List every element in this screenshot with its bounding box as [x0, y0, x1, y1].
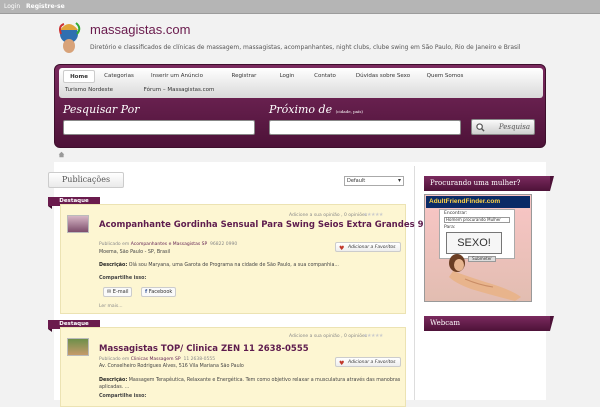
login-link[interactable]: Login [4, 3, 20, 10]
facebook-icon: f [145, 289, 148, 295]
read-more-link[interactable]: Ler mais... [99, 304, 123, 309]
site-description: Diretório e classificados de clínicas de… [90, 44, 521, 51]
search-button[interactable]: Pesquisa [471, 119, 535, 135]
sort-select[interactable]: Default [344, 176, 404, 186]
description-label: Descrição: [99, 378, 128, 383]
published-prefix: Publicado em [99, 357, 130, 362]
nav-item-contato[interactable]: Contato [305, 70, 345, 83]
adult-friend-finder-ad[interactable]: AdultFriendFinder.com Encontrar: Homem p… [424, 194, 532, 302]
listing-category[interactable]: Clinicas Massagem SP [131, 357, 181, 362]
rating-stars[interactable]: ★★★★★ [363, 212, 383, 218]
listing-meta: Publicado em Clinicas Massagem SP 11 263… [99, 357, 215, 362]
description-continued: aplicadas. ... [99, 385, 130, 390]
nav-item-login[interactable]: Login [267, 70, 307, 83]
near-label-hint: (cidade, país) [335, 109, 363, 114]
listing-card: Adicione a sua opinião , 0 opiniões ★★★★… [60, 327, 406, 407]
listing-location: Moema, São Paulo - SP, Brasil [99, 250, 171, 255]
nav-item-home[interactable]: Home [63, 70, 95, 83]
listing-title[interactable]: Acompanhante Gordinha Sensual Para Swing… [99, 220, 474, 230]
nav-item-inserir-anuncio[interactable]: Inserir um Anúncio [147, 70, 207, 83]
sidebar-widget-title: Procurando uma mulher? [424, 176, 554, 191]
share-facebook-label: Facebook [148, 289, 173, 295]
review-count[interactable]: Adicione a sua opinião , 0 opiniões [289, 334, 367, 339]
register-link[interactable]: Registre-se [26, 3, 65, 10]
add-favorite-label: Adicionar a Favoritos [348, 360, 396, 365]
search-label: Pesquisar Por [63, 103, 140, 116]
nav-item-turismo-nordeste[interactable]: Turismo Nordeste [63, 84, 115, 97]
description-text: Massagem Terapêutica, Relaxante e Energé… [128, 378, 401, 383]
search-input[interactable] [63, 120, 255, 135]
share-email-label: E-mail [112, 289, 129, 295]
add-favorite-button[interactable]: ♥ Adicionar a Favoritos [335, 357, 401, 367]
description-text: Olá sou Maryana, uma Garota de Programa … [128, 263, 339, 268]
heart-icon: ♥ [339, 360, 345, 367]
email-icon: ✉ [107, 289, 112, 295]
share-email-button[interactable]: ✉ E-mail [103, 287, 133, 297]
listing-description: Descrição: Olá sou Maryana, uma Garota d… [99, 263, 339, 268]
ad-find-label: Encontrar: [444, 211, 468, 216]
listing-card: Adicione a sua opinião , 0 opiniões ★★★★… [60, 204, 474, 314]
add-favorite-label: Adicionar a Favoritos [348, 245, 396, 250]
listing-description: Descrição: Massagem Terapêutica, Relaxan… [99, 378, 400, 383]
share-label: Compartilhe isso: [99, 394, 147, 399]
nav-item-registrar[interactable]: Registrar [219, 70, 269, 83]
listing-phone: 11 2638-0555 [183, 357, 216, 362]
listing-location: Av. Conselheiro Rodrigues Alves, 516 Vil… [99, 364, 244, 369]
near-label: Próximo de (cidade, país) [269, 103, 363, 116]
top-bar: Login Registre-se [0, 0, 600, 14]
share-label: Compartilhe isso: [99, 276, 147, 281]
listing-thumbnail[interactable] [67, 215, 89, 233]
ad-for-label: Para: [444, 225, 456, 230]
listing-phone: 96822 0990 [210, 242, 238, 247]
listing-category[interactable]: Acompanhantes e Massagistas SP [131, 242, 207, 247]
search-icon [476, 123, 485, 132]
breadcrumb [54, 150, 546, 160]
search-button-label: Pesquisa [498, 123, 530, 131]
ad-logo[interactable]: AdultFriendFinder.com [426, 196, 530, 208]
header-nav-search: Home Categorias Inserir um Anúncio Regis… [54, 64, 546, 148]
nav-item-quem-somos[interactable]: Quem Somos [421, 70, 469, 83]
home-icon[interactable] [58, 151, 65, 158]
heart-icon: ♥ [339, 245, 345, 252]
add-favorite-button[interactable]: ♥ Adicionar a Favoritos [335, 242, 401, 252]
published-prefix: Publicado em [99, 242, 130, 247]
listing-thumbnail[interactable] [67, 338, 89, 356]
sidebar-divider [414, 166, 415, 400]
review-count[interactable]: Adicione a sua opinião , 0 opiniões [289, 213, 367, 218]
webcam-widget-title: Webcam [424, 316, 554, 331]
share-facebook-button[interactable]: f Facebook [141, 287, 177, 297]
listing-title[interactable]: Massagistas TOP/ Clinica ZEN 11 2638-055… [99, 344, 309, 354]
rating-stars[interactable]: ★★★★★ [363, 333, 383, 339]
ad-find-select[interactable]: Homem procurando Mulher [444, 217, 510, 223]
logo-icon[interactable] [52, 20, 86, 54]
ad-model-image [449, 254, 521, 301]
near-label-text: Próximo de [269, 103, 333, 116]
tab-publicacoes[interactable]: Publicações [48, 172, 124, 188]
nav-item-forum[interactable]: Fórum – Massagistas.com [135, 84, 223, 97]
nav-item-categorias[interactable]: Categorias [99, 70, 139, 83]
site-title[interactable]: massagistas.com [90, 22, 190, 37]
listing-meta: Publicado em Acompanhantes e Massagistas… [99, 242, 237, 247]
location-input[interactable] [269, 120, 461, 135]
nav-item-duvidas-sexo[interactable]: Dúvidas sobre Sexo [351, 70, 415, 83]
main-menu: Home Categorias Inserir um Anúncio Regis… [59, 68, 543, 98]
description-label: Descrição: [99, 263, 128, 268]
